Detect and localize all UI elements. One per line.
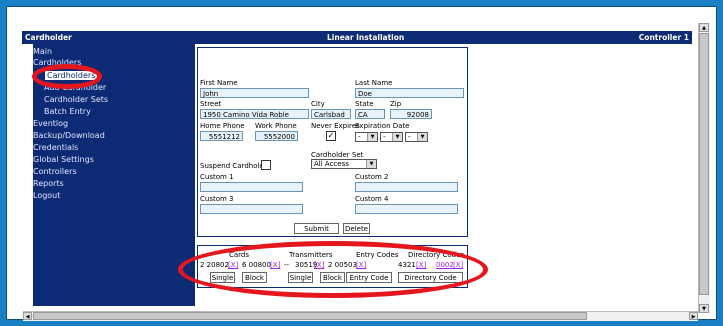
- never-expires-label: Never Expires: [311, 122, 360, 130]
- chevron-down-icon: ▼: [392, 133, 402, 141]
- submit-button[interactable]: Submit: [294, 223, 339, 234]
- custom1-label: Custom 1: [200, 173, 234, 181]
- controller-title: Controller 1: [638, 33, 689, 42]
- highlight-oval: [178, 241, 488, 298]
- scroll-left-icon[interactable]: ◀: [23, 312, 32, 320]
- vertical-scrollbar[interactable]: ▲ ▼: [698, 23, 710, 313]
- sidebar-item-backup-download[interactable]: Backup/Download: [33, 130, 105, 141]
- suspend-cardholder-checkbox[interactable]: [261, 160, 271, 170]
- custom4-label: Custom 4: [355, 195, 389, 203]
- chevron-down-icon: ▼: [417, 133, 427, 141]
- work-phone-field[interactable]: 5552000: [255, 131, 298, 141]
- expiration-year-select[interactable]: - ▼: [405, 132, 428, 142]
- cardholder-set-select[interactable]: All Access ▼: [311, 159, 377, 169]
- never-expires-checkbox[interactable]: ✓: [326, 131, 336, 141]
- cardholder-set-label: Cardholder Set: [311, 151, 364, 159]
- street-field[interactable]: 1950 Camino Vida Roble: [200, 109, 309, 119]
- sidebar-item-batch-entry[interactable]: Batch Entry: [44, 106, 91, 117]
- state-label: State: [355, 100, 374, 108]
- title-bar: Cardholder Linear Installation Controlle…: [22, 31, 692, 44]
- highlight-oval: [32, 64, 102, 89]
- sidebar-item-main[interactable]: Main: [33, 46, 52, 57]
- sidebar-item-controllers[interactable]: Controllers: [33, 166, 77, 177]
- horizontal-scrollbar[interactable]: ◀ ▶: [23, 311, 698, 321]
- custom3-label: Custom 3: [200, 195, 234, 203]
- custom2-label: Custom 2: [355, 173, 389, 181]
- city-field[interactable]: Carlsbad: [311, 109, 351, 119]
- custom3-field[interactable]: [200, 204, 303, 214]
- sidebar-item-logout[interactable]: Logout: [33, 190, 60, 201]
- home-phone-field[interactable]: 5551212: [200, 131, 243, 141]
- scroll-right-icon[interactable]: ▶: [689, 312, 698, 320]
- scroll-down-icon[interactable]: ▼: [699, 304, 709, 313]
- zip-field[interactable]: 92008: [390, 109, 432, 119]
- sidebar-item-cardholder-sets[interactable]: Cardholder Sets: [44, 94, 108, 105]
- sidebar-item-reports[interactable]: Reports: [33, 178, 64, 189]
- delete-button[interactable]: Delete: [343, 223, 370, 234]
- cardholder-form: First Name John Last Name Doe Street 195…: [197, 47, 468, 237]
- sidebar-item-global-settings[interactable]: Global Settings: [33, 154, 94, 165]
- chevron-down-icon: ▼: [367, 133, 377, 141]
- sidebar-item-credentials[interactable]: Credentials: [33, 142, 78, 153]
- state-field[interactable]: CA: [355, 109, 385, 119]
- custom4-field[interactable]: [355, 204, 458, 214]
- chevron-down-icon: ▼: [366, 160, 376, 168]
- scroll-thumb[interactable]: [699, 33, 709, 295]
- scroll-thumb[interactable]: [33, 312, 587, 320]
- street-label: Street: [200, 100, 222, 108]
- first-name-field[interactable]: John: [200, 88, 309, 98]
- first-name-label: First Name: [200, 79, 238, 87]
- custom1-field[interactable]: [200, 182, 303, 192]
- zip-label: Zip: [390, 100, 402, 108]
- city-label: City: [311, 100, 325, 108]
- scroll-up-icon[interactable]: ▲: [699, 23, 709, 32]
- system-title: Linear Installation: [327, 33, 405, 42]
- expiration-date-label: Expiration Date: [355, 122, 410, 130]
- section-title: Cardholder: [25, 33, 72, 42]
- expiration-day-select[interactable]: - ▼: [380, 132, 403, 142]
- work-phone-label: Work Phone: [255, 122, 297, 130]
- sidebar-item-eventlog[interactable]: Eventlog: [33, 118, 68, 129]
- last-name-field[interactable]: Doe: [355, 88, 464, 98]
- expiration-month-select[interactable]: - ▼: [355, 132, 378, 142]
- home-phone-label: Home Phone: [200, 122, 245, 130]
- custom2-field[interactable]: [355, 182, 458, 192]
- last-name-label: Last Name: [355, 79, 393, 87]
